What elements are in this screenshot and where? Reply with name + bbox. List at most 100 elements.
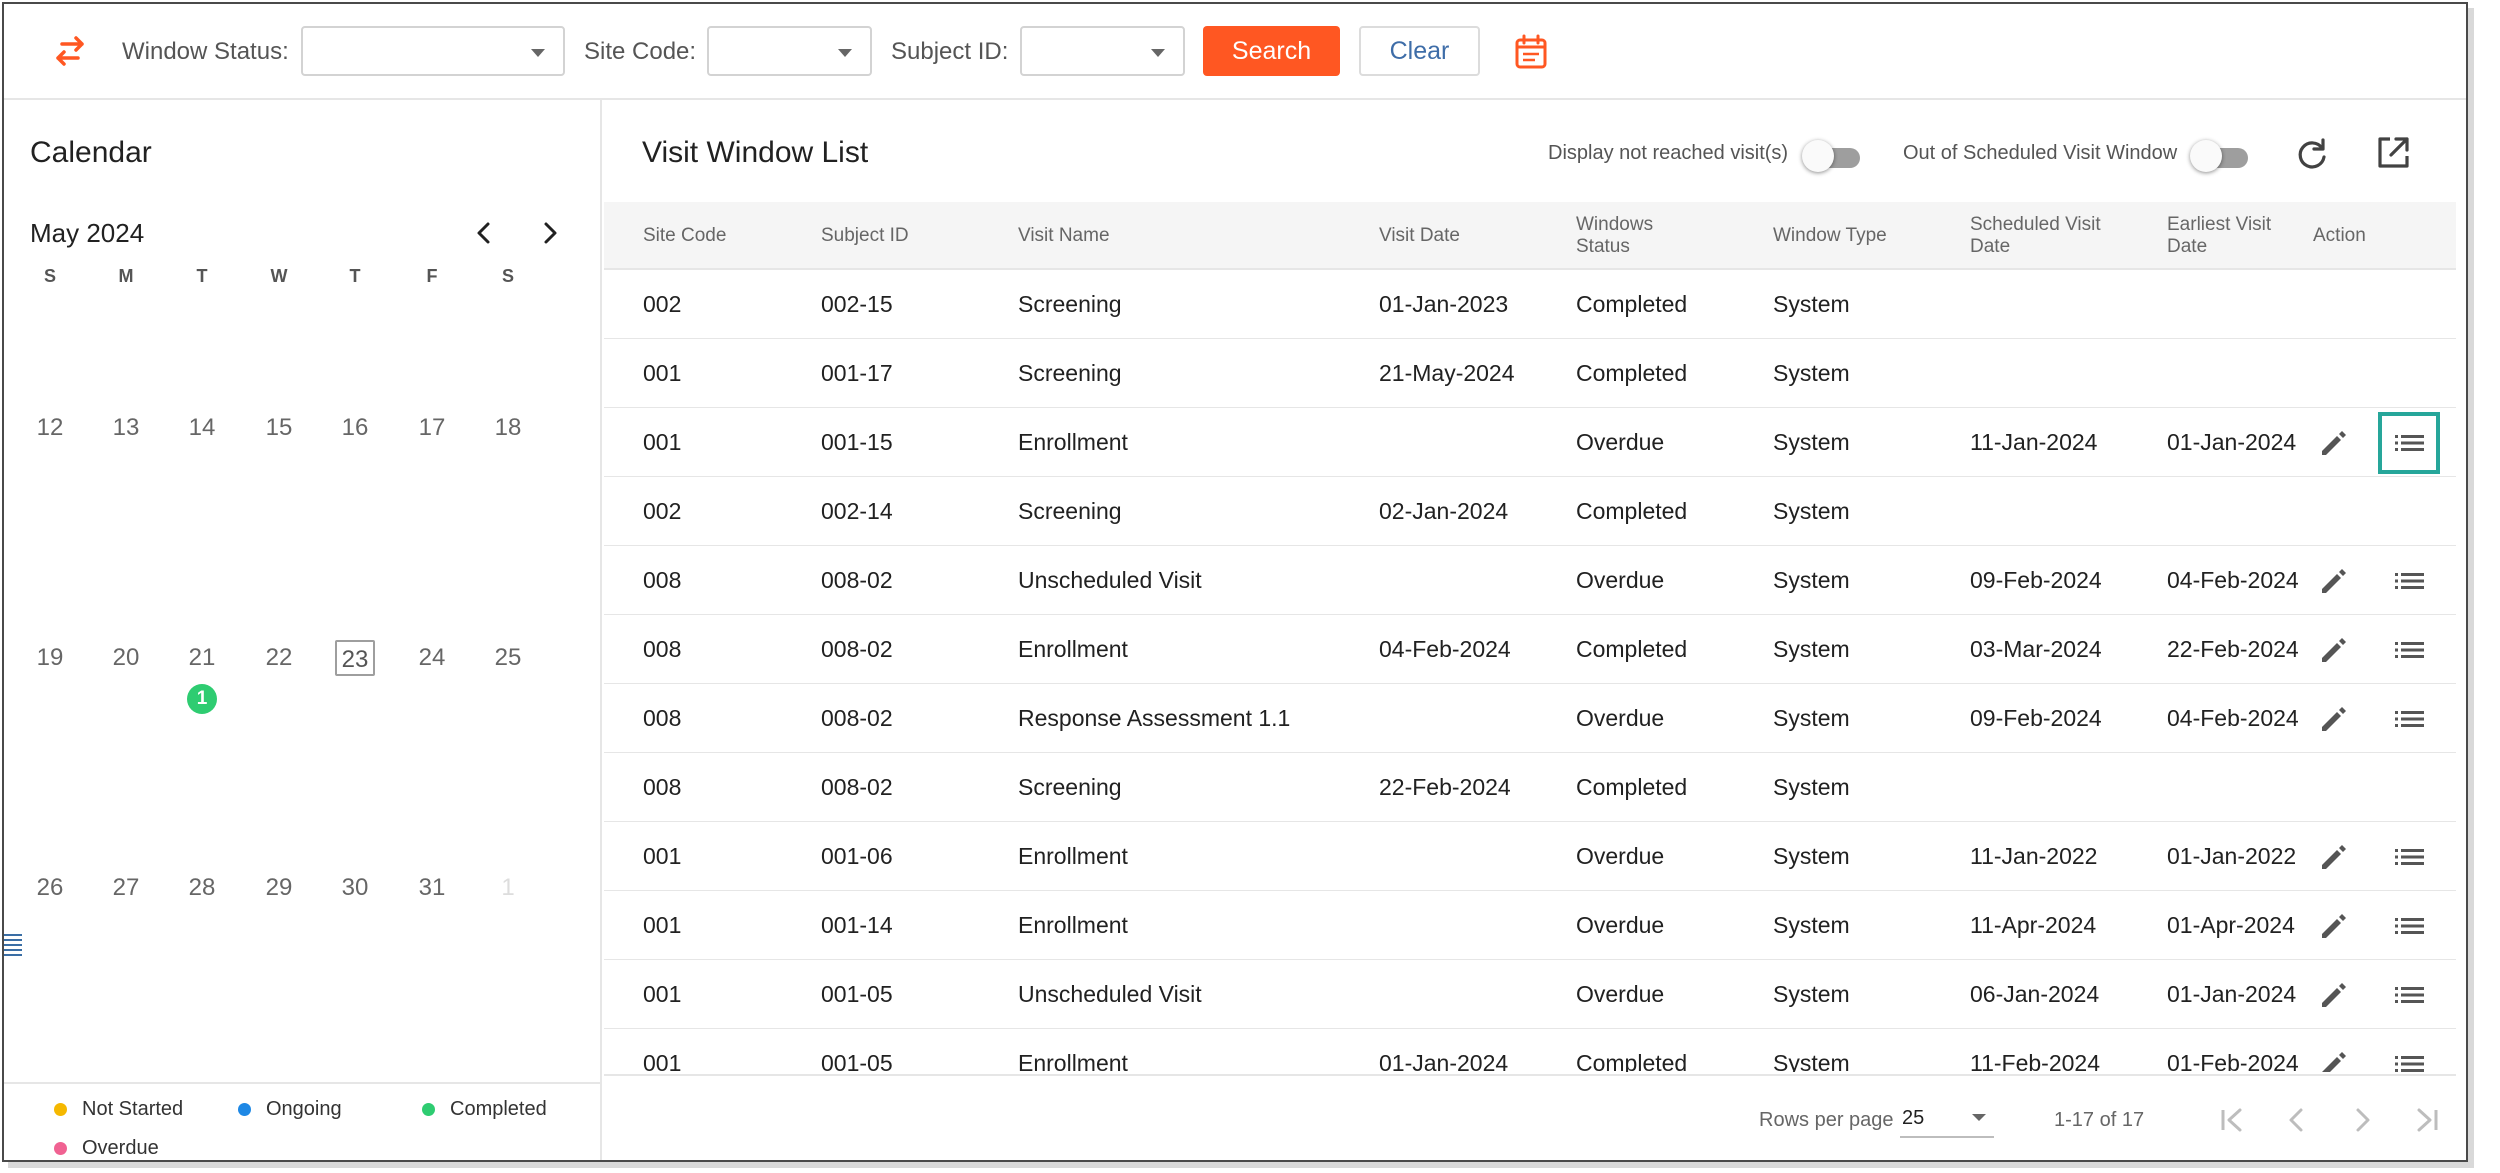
cell-type: System	[1773, 981, 1850, 1007]
table-row[interactable]: 001 001-05 Enrollment 01-Jan-2024 Completed S…	[604, 1029, 2456, 1072]
details-list-icon[interactable]	[2392, 633, 2426, 667]
subject-id-select[interactable]	[1020, 26, 1185, 76]
cell-earliest: 01-Apr-2024	[2167, 912, 2295, 938]
details-list-icon[interactable]	[2392, 564, 2426, 598]
table-row[interactable]: 001 001-17 Screening 21-May-2024 Completed Sy…	[604, 339, 2456, 408]
column-header[interactable]: Visit Date	[1379, 202, 1529, 270]
table-row[interactable]: 008 008-02 Enrollment 04-Feb-2024 Completed S…	[604, 615, 2456, 684]
cell-earliest: 04-Feb-2024	[2167, 567, 2299, 593]
legend-dot	[238, 1103, 251, 1116]
table-row[interactable]: 002 002-15 Screening 01-Jan-2023 Completed Sy…	[604, 270, 2456, 339]
column-header[interactable]: Scheduled Visit Date	[1970, 202, 2130, 270]
cell-subject: 002-14	[821, 498, 893, 524]
calendar-day[interactable]: 27	[106, 870, 146, 906]
calendar-day[interactable]: 16	[335, 410, 375, 446]
calendar-day[interactable]: 24	[412, 640, 452, 676]
calendar-day[interactable]: 17	[412, 410, 452, 446]
table-row[interactable]: 001 001-05 Unscheduled Visit Overdue System 0…	[604, 960, 2456, 1029]
details-list-icon[interactable]	[2392, 840, 2426, 874]
cell-type: System	[1773, 360, 1850, 386]
table-row[interactable]: 001 001-06 Enrollment Overdue System 11-Jan-2…	[604, 822, 2456, 891]
chevron-right-icon[interactable]	[536, 218, 564, 248]
calendar-day[interactable]: 29	[259, 870, 299, 906]
details-list-icon[interactable]	[2378, 412, 2440, 474]
cell-site: 008	[643, 636, 682, 662]
calendar-day[interactable]: 22	[259, 640, 299, 676]
filter-toolbar: Window Status: Site Code: Subject ID: Se…	[4, 4, 2466, 100]
table-row[interactable]: 008 008-02 Unscheduled Visit Overdue System 0…	[604, 546, 2456, 615]
calendar-day[interactable]: 18	[488, 410, 528, 446]
calendar-day[interactable]: 12	[30, 410, 70, 446]
details-list-icon[interactable]	[2392, 1047, 2426, 1072]
cell-status: Overdue	[1576, 843, 1665, 869]
column-header[interactable]: Visit Name	[1018, 202, 1238, 270]
edit-icon[interactable]	[2316, 564, 2350, 598]
edit-icon[interactable]	[2316, 909, 2350, 943]
table-row[interactable]: 001 001-14 Enrollment Overdue System 11-Apr-2…	[604, 891, 2456, 960]
column-header[interactable]: Windows Status	[1576, 202, 1676, 270]
table-row[interactable]: 002 002-14 Screening 02-Jan-2024 Completed Sy…	[604, 477, 2456, 546]
cell-status: Overdue	[1576, 981, 1665, 1007]
column-header[interactable]: Subject ID	[821, 202, 971, 270]
calendar-day[interactable]: 28	[182, 870, 222, 906]
calendar-icon[interactable]	[1513, 34, 1549, 70]
details-list-icon[interactable]	[2392, 909, 2426, 943]
first-page-icon[interactable]	[2214, 1102, 2250, 1138]
chevron-down-icon	[1972, 1114, 1986, 1121]
toggle-knob	[2190, 140, 2222, 172]
table-row[interactable]: 008 008-02 Screening 22-Feb-2024 Completed Sy…	[604, 753, 2456, 822]
rows-per-page-select[interactable]: 25	[1900, 1098, 1994, 1138]
calendar-day[interactable]: 26	[30, 870, 70, 906]
cell-status: Completed	[1576, 636, 1688, 662]
chevron-left-icon[interactable]	[470, 218, 498, 248]
open-external-icon[interactable]	[2374, 134, 2412, 172]
calendar-day[interactable]: 31	[412, 870, 452, 906]
table-row[interactable]: 008 008-02 Response Assessment 1.1 Overdue S…	[604, 684, 2456, 753]
edit-icon[interactable]	[2316, 978, 2350, 1012]
refresh-icon[interactable]	[2294, 136, 2330, 172]
calendar-day[interactable]: 23	[335, 640, 375, 676]
cell-visit-date: 01-Jan-2023	[1379, 291, 1509, 317]
calendar-day[interactable]: 14	[182, 410, 222, 446]
list-icon[interactable]	[4, 932, 24, 960]
cell-scheduled: 09-Feb-2024	[1970, 705, 2102, 731]
calendar-day[interactable]: 20	[106, 640, 146, 676]
edit-icon[interactable]	[2316, 633, 2350, 667]
calendar-day[interactable]: 19	[30, 640, 70, 676]
edit-icon[interactable]	[2316, 1047, 2350, 1072]
edit-icon[interactable]	[2316, 426, 2350, 460]
last-page-icon[interactable]	[2409, 1102, 2445, 1138]
clear-button[interactable]: Clear	[1359, 26, 1480, 76]
cell-subject: 008-02	[821, 705, 893, 731]
calendar-day[interactable]: 30	[335, 870, 375, 906]
column-header[interactable]: Site Code	[643, 202, 793, 270]
cell-type: System	[1773, 429, 1850, 455]
visit-window-panel: Visit Window List Display not reached vi…	[604, 100, 2466, 1160]
calendar-day[interactable]: 13	[106, 410, 146, 446]
table-row[interactable]: 001 001-15 Enrollment Overdue System 11-Jan-2…	[604, 408, 2456, 477]
column-header[interactable]: Earliest Visit Date	[2167, 202, 2297, 270]
details-list-icon[interactable]	[2392, 978, 2426, 1012]
edit-icon[interactable]	[2316, 702, 2350, 736]
cell-earliest: 04-Feb-2024	[2167, 705, 2299, 731]
search-button[interactable]: Search	[1203, 26, 1340, 76]
window-status-select[interactable]	[301, 26, 565, 76]
calendar-title: Calendar	[30, 136, 152, 169]
edit-icon[interactable]	[2316, 840, 2350, 874]
calendar-day[interactable]: 21	[182, 640, 222, 676]
cell-visit: Enrollment	[1018, 429, 1128, 455]
not-reached-toggle[interactable]	[1802, 138, 1862, 174]
details-list-icon[interactable]	[2392, 702, 2426, 736]
swap-icon[interactable]	[52, 36, 88, 68]
site-code-select[interactable]	[707, 26, 872, 76]
next-page-icon[interactable]	[2344, 1102, 2380, 1138]
calendar-day[interactable]: 25	[488, 640, 528, 676]
out-of-window-toggle[interactable]	[2190, 138, 2250, 174]
cell-type: System	[1773, 1050, 1850, 1072]
legend-not-started: Not Started	[54, 1098, 183, 1121]
calendar-day[interactable]: 15	[259, 410, 299, 446]
event-count-badge[interactable]: 1	[187, 684, 217, 714]
previous-page-icon[interactable]	[2279, 1102, 2315, 1138]
column-header[interactable]: Window Type	[1773, 202, 1943, 270]
calendar-day[interactable]: 1	[488, 870, 528, 906]
